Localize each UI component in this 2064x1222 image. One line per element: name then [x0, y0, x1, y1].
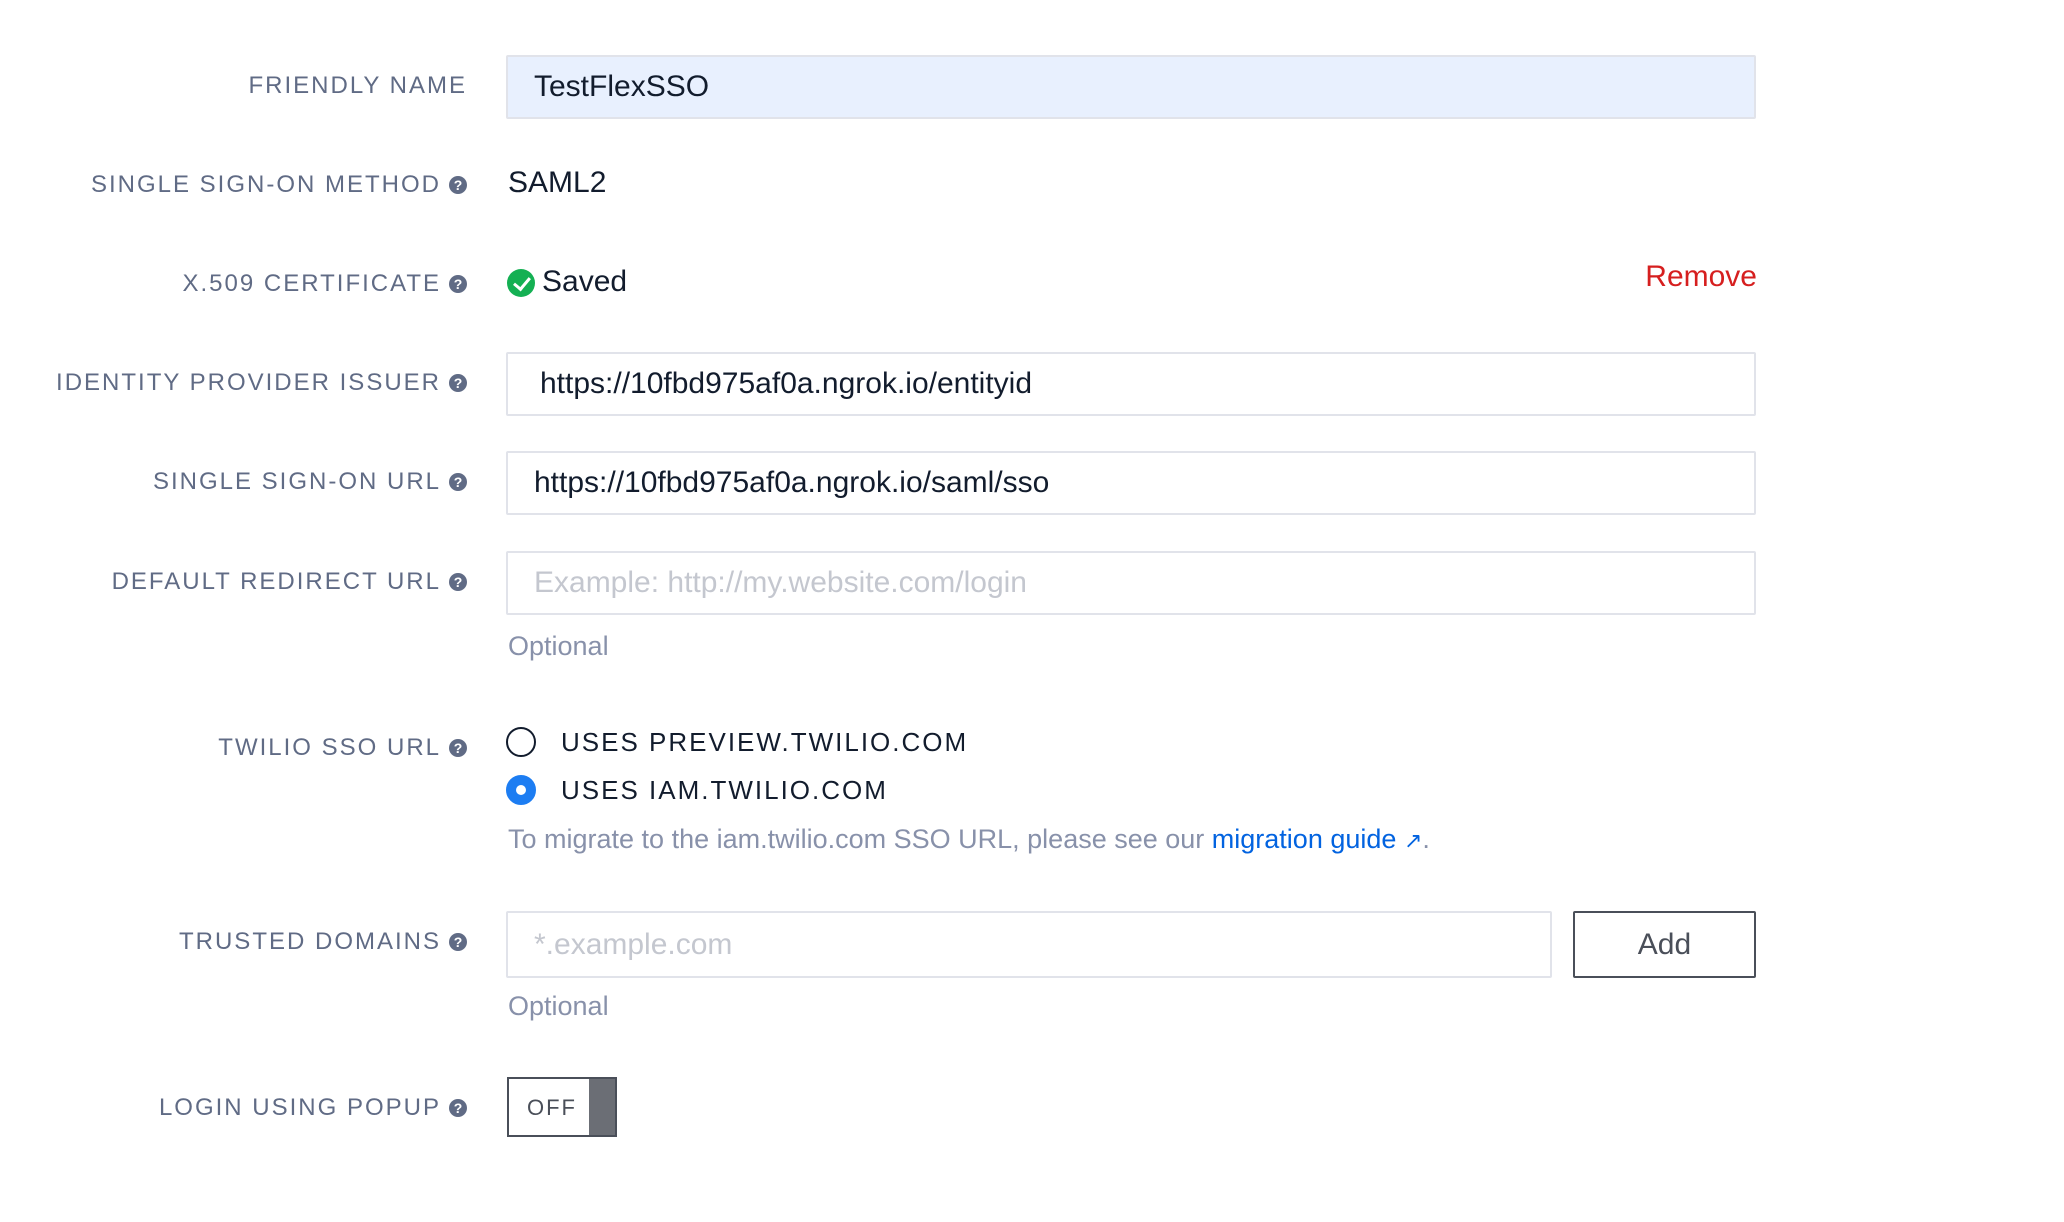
login-popup-toggle[interactable]: OFF — [507, 1077, 617, 1137]
certificate-label-text: X.509 CERTIFICATE — [182, 270, 441, 297]
help-icon[interactable]: ? — [449, 374, 467, 392]
migration-note-suffix: . — [1422, 824, 1430, 854]
redirect-url-hint: Optional — [508, 631, 609, 661]
remove-certificate-link[interactable]: Remove — [1645, 260, 1757, 294]
help-icon[interactable]: ? — [449, 275, 467, 293]
sso-url-input[interactable] — [506, 451, 1756, 515]
twilio-sso-url-label-text: TWILIO SSO URL — [218, 734, 441, 761]
radio-preview-twilio-label[interactable]: USES PREVIEW.TWILIO.COM — [561, 727, 968, 758]
redirect-url-input[interactable] — [506, 551, 1756, 615]
toggle-knob[interactable] — [589, 1079, 615, 1135]
sso-method-value: SAML2 — [508, 166, 607, 199]
friendly-name-label: FRIENDLY NAME — [249, 72, 467, 100]
friendly-name-label-text: FRIENDLY NAME — [248, 72, 467, 99]
radio-preview-twilio[interactable] — [506, 727, 536, 757]
idp-issuer-label: IDENTITY PROVIDER ISSUER ? — [56, 369, 467, 397]
migration-note-text: To migrate to the iam.twilio.com SSO URL… — [508, 824, 1212, 854]
check-circle-icon — [507, 269, 535, 297]
trusted-domains-hint: Optional — [508, 991, 609, 1021]
sso-url-label: SINGLE SIGN-ON URL ? — [153, 468, 467, 496]
trusted-domains-input[interactable] — [506, 911, 1552, 978]
help-icon[interactable]: ? — [449, 1099, 467, 1117]
certificate-label: X.509 CERTIFICATE ? — [182, 270, 467, 298]
help-icon[interactable]: ? — [449, 933, 467, 951]
idp-issuer-label-text: IDENTITY PROVIDER ISSUER — [56, 369, 441, 396]
radio-iam-twilio-label[interactable]: USES IAM.TWILIO.COM — [561, 775, 888, 806]
migration-guide-link-text[interactable]: migration guide — [1212, 824, 1397, 854]
login-popup-label-text: LOGIN USING POPUP — [158, 1094, 441, 1121]
sso-method-label: SINGLE SIGN-ON METHOD ? — [91, 171, 467, 199]
external-link-icon[interactable]: ↗ — [1404, 828, 1422, 853]
friendly-name-input[interactable] — [506, 55, 1756, 119]
trusted-domains-label: TRUSTED DOMAINS ? — [179, 928, 467, 956]
migration-note: To migrate to the iam.twilio.com SSO URL… — [508, 824, 1430, 855]
idp-issuer-input[interactable] — [506, 352, 1756, 416]
redirect-url-label: DEFAULT REDIRECT URL ? — [112, 568, 467, 596]
help-icon[interactable]: ? — [449, 739, 467, 757]
twilio-sso-url-label: TWILIO SSO URL ? — [218, 734, 467, 762]
sso-url-label-text: SINGLE SIGN-ON URL — [152, 468, 441, 495]
migration-guide-link[interactable]: migration guide ↗ — [1212, 824, 1423, 854]
toggle-state-text: OFF — [527, 1095, 577, 1120]
trusted-domains-label-text: TRUSTED DOMAINS — [178, 928, 441, 955]
help-icon[interactable]: ? — [449, 573, 467, 591]
add-domain-button[interactable]: Add — [1573, 911, 1756, 978]
help-icon[interactable]: ? — [449, 473, 467, 491]
radio-iam-twilio[interactable] — [506, 775, 536, 805]
certificate-status: Saved — [542, 265, 628, 298]
login-popup-label: LOGIN USING POPUP ? — [159, 1094, 467, 1122]
redirect-url-label-text: DEFAULT REDIRECT URL — [111, 568, 441, 595]
sso-method-label-text: SINGLE SIGN-ON METHOD — [90, 171, 441, 198]
help-icon[interactable]: ? — [449, 176, 467, 194]
